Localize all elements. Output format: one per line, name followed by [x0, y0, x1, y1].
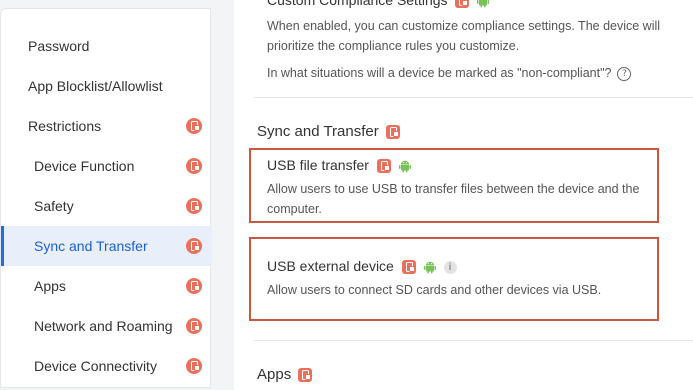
sidebar-item-label: App Blocklist/Allowlist	[28, 78, 163, 94]
usb-file-transfer-title: USB file transfer	[267, 157, 369, 173]
compliance-header: Custom Compliance Settings	[267, 0, 493, 9]
divider	[254, 97, 693, 98]
usb-file-transfer-header[interactable]: USB file transfer	[267, 157, 415, 174]
compliance-question-row: In what situations will a device be mark…	[267, 63, 632, 83]
android-icon	[477, 0, 490, 8]
divider	[254, 340, 693, 341]
phone-badge-icon	[298, 368, 313, 383]
phone-badge-icon	[186, 158, 202, 174]
phone-badge-icon	[455, 0, 470, 9]
usb-external-device-description: Allow users to connect SD cards and othe…	[267, 283, 602, 297]
section-title: Apps	[257, 366, 292, 383]
phone-badge-icon	[186, 238, 202, 254]
sidebar-item-label: Password	[28, 38, 90, 54]
compliance-description: When enabled, you can customize complian…	[267, 19, 661, 53]
sidebar-item-restrictions[interactable]: Restrictions	[1, 106, 212, 146]
sidebar-item-password[interactable]: Password	[1, 26, 212, 66]
sidebar-item-apps[interactable]: Apps	[1, 266, 212, 306]
phone-badge-icon	[401, 260, 416, 275]
phone-badge-icon	[186, 198, 202, 214]
compliance-title: Custom Compliance Settings	[267, 0, 448, 8]
usb-external-device-highlight	[249, 237, 659, 321]
usb-external-device-title: USB external device	[267, 258, 394, 274]
sidebar-item-sync-and-transfer[interactable]: Sync and Transfer	[1, 226, 212, 266]
usb-external-device-header[interactable]: USB external device i	[267, 258, 460, 275]
sidebar-item-label: Restrictions	[28, 118, 102, 134]
section-header-apps: Apps	[257, 366, 313, 383]
sidebar-item-device-connectivity[interactable]: Device Connectivity	[1, 346, 212, 386]
phone-badge-icon	[376, 159, 391, 174]
settings-panel: Custom Compliance Settings When enabled,…	[234, 0, 693, 390]
sidebar-nav: Password App Blocklist/Allowlist Restric…	[0, 8, 212, 388]
sidebar-item-network-and-roaming[interactable]: Network and Roaming	[1, 306, 212, 346]
compliance-question: In what situations will a device be mark…	[267, 66, 612, 80]
sidebar-item-app-blocklist[interactable]: App Blocklist/Allowlist	[1, 66, 212, 106]
section-header-sync: Sync and Transfer	[257, 123, 400, 140]
sidebar-item-safety[interactable]: Safety	[1, 186, 212, 226]
phone-badge-icon	[186, 278, 202, 294]
usb-file-transfer-description: Allow users to use USB to transfer files…	[267, 182, 640, 216]
android-icon	[423, 262, 436, 274]
sidebar-item-device-function[interactable]: Device Function	[1, 146, 212, 186]
android-icon	[398, 161, 411, 173]
phone-badge-icon	[186, 358, 202, 374]
section-title: Sync and Transfer	[257, 123, 379, 140]
info-icon[interactable]: i	[443, 260, 457, 274]
help-icon[interactable]: ?	[617, 66, 632, 81]
phone-badge-icon	[385, 125, 400, 140]
phone-badge-icon	[186, 118, 202, 134]
phone-badge-icon	[186, 318, 202, 334]
